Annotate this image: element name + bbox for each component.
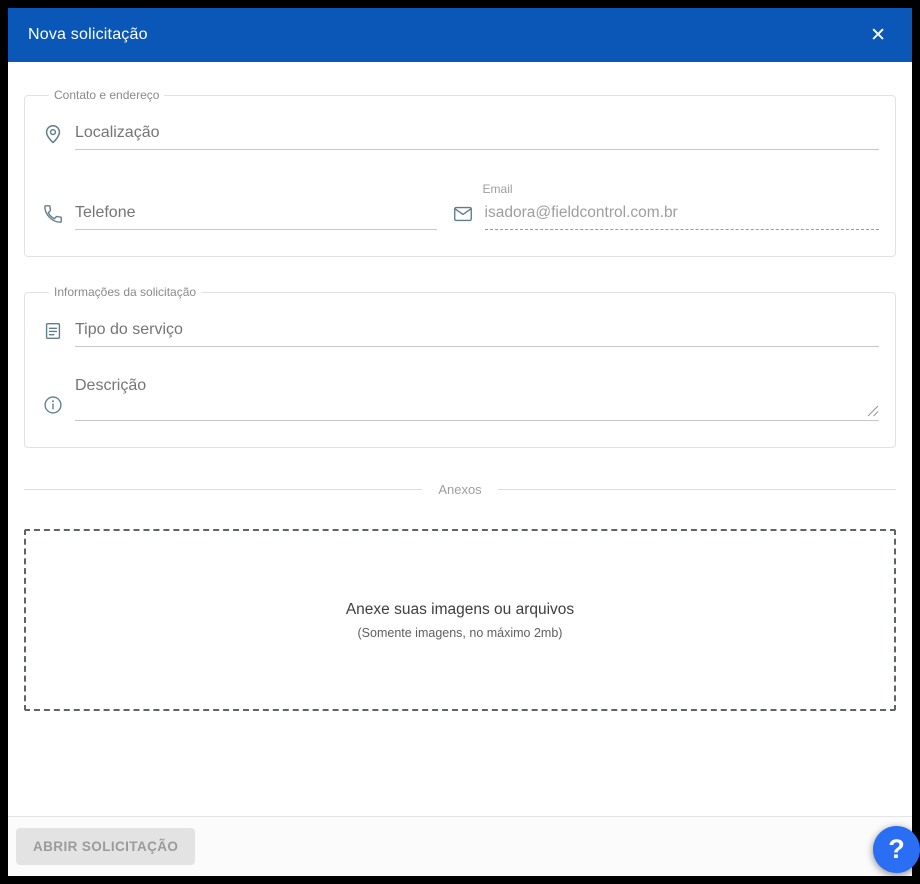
location-row	[41, 118, 879, 150]
location-input[interactable]	[75, 118, 879, 150]
screen: Nova solicitação ✕ Contato e endereço Lo…	[0, 0, 920, 884]
help-button[interactable]: ?	[873, 826, 920, 873]
envelope-icon	[451, 202, 475, 226]
email-input[interactable]	[484, 198, 879, 230]
phone-email-row: Email	[41, 182, 879, 230]
attachments-divider-label: Anexos	[438, 482, 482, 497]
service-type-input[interactable]	[75, 315, 879, 347]
email-field-group: Email	[451, 182, 879, 230]
resize-handle-icon[interactable]	[867, 404, 879, 417]
divider-line-right	[497, 489, 896, 490]
description-textarea[interactable]	[75, 373, 879, 421]
modal-body: Contato e endereço Localização Telefone …	[8, 62, 912, 816]
contact-section: Contato e endereço Localização Telefone …	[24, 88, 896, 257]
divider-line-left	[24, 489, 423, 490]
new-request-modal: Nova solicitação ✕ Contato e endereço Lo…	[8, 8, 912, 876]
attachments-divider: Anexos	[24, 482, 896, 497]
contact-section-legend: Contato e endereço	[54, 88, 160, 102]
open-request-button[interactable]: ABRIR SOLICITAÇÃO	[16, 828, 196, 865]
email-row	[451, 198, 879, 230]
attachments-dropzone[interactable]: Anexe suas imagens ou arquivos (Somente …	[24, 529, 896, 711]
close-icon[interactable]: ✕	[864, 22, 892, 49]
request-info-legend: Informações da solicitação	[54, 285, 197, 299]
email-label: Email	[482, 182, 513, 196]
modal-footer: ABRIR SOLICITAÇÃO	[8, 816, 912, 876]
dropzone-title: Anexe suas imagens ou arquivos	[345, 600, 575, 618]
request-info-section: Informações da solicitação	[24, 285, 896, 448]
description-field	[75, 373, 879, 421]
phone-input[interactable]	[75, 198, 437, 230]
phone-field-group	[41, 198, 437, 230]
location-pin-icon	[41, 122, 65, 146]
phone-icon	[41, 202, 65, 226]
service-type-row	[41, 315, 879, 347]
description-row	[41, 373, 879, 421]
dropzone-subtitle: (Somente imagens, no máximo 2mb)	[357, 625, 563, 640]
modal-title: Nova solicitação	[28, 26, 148, 43]
clipboard-list-icon	[41, 319, 65, 343]
info-icon	[41, 393, 65, 417]
modal-header: Nova solicitação ✕	[8, 8, 912, 62]
